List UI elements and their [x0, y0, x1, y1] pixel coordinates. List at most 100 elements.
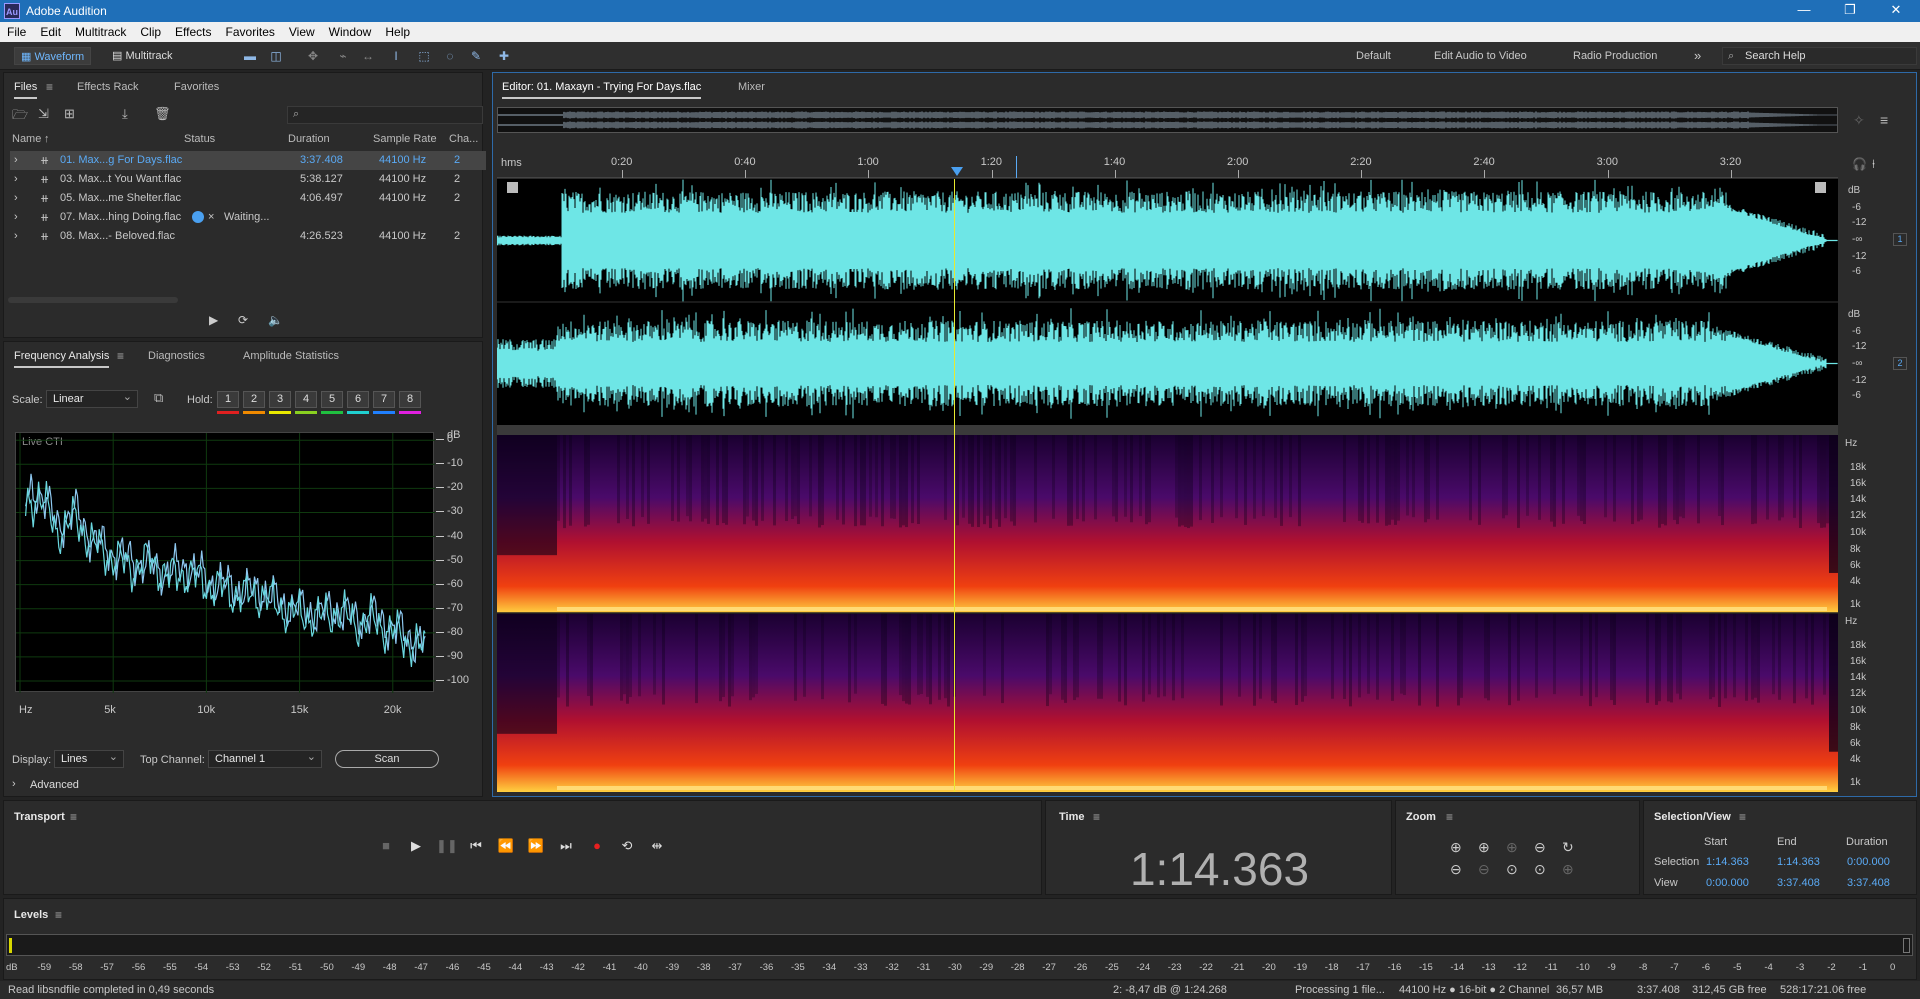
record-icon[interactable]: ● [587, 837, 607, 855]
rewind-icon[interactable]: ⏪ [496, 837, 516, 855]
waveform-view-button[interactable]: ▦ Waveform [14, 47, 92, 65]
new-file-icon[interactable]: ⊞ [64, 106, 75, 122]
menu-help[interactable]: Help [378, 22, 417, 39]
hold-button-2[interactable]: 2 [243, 391, 265, 408]
skip-selection-icon[interactable]: ⇹ [647, 837, 667, 855]
workspace-edit-audio-to-video[interactable]: Edit Audio to Video [1434, 48, 1527, 64]
workspace-radio-production[interactable]: Radio Production [1573, 48, 1657, 64]
scan-button[interactable]: Scan [335, 750, 439, 768]
tab-diagnostics[interactable]: Diagnostics [148, 350, 205, 362]
playhead-marker[interactable] [951, 167, 963, 176]
spectral-display[interactable] [497, 435, 1838, 792]
files-panel-menu-icon[interactable]: ≡ [46, 80, 53, 94]
file-row[interactable]: › ⧺ 03. Max...t You Want.flac 5:38.127 44… [10, 170, 486, 189]
tab-files[interactable]: Files [14, 81, 38, 99]
hold-button-3[interactable]: 3 [269, 391, 291, 408]
advanced-label[interactable]: Advanced [30, 779, 79, 791]
column-sample-rate[interactable]: Sample Rate [373, 133, 437, 145]
menu-effects[interactable]: Effects [168, 22, 218, 39]
tab-frequency-analysis[interactable]: Frequency Analysis [14, 350, 110, 368]
go-to-end-icon[interactable]: ⏭ [556, 837, 576, 855]
expand-advanced-icon[interactable]: › [12, 778, 16, 790]
pin-icon[interactable]: ⍿ [1872, 157, 1875, 172]
play-preview-icon[interactable]: ▶ [209, 313, 218, 327]
tab-favorites[interactable]: Favorites [174, 81, 219, 93]
go-to-start-icon[interactable]: ⏮ [466, 837, 486, 855]
trash-icon[interactable]: 🗑 [154, 106, 171, 122]
zoom-menu-icon[interactable]: ≡ [1446, 810, 1453, 824]
zoom-reset-icon[interactable]: ↻ [1562, 839, 1574, 856]
file-row[interactable]: › ⧺ 05. Max...me Shelter.flac 4:06.497 44… [10, 189, 486, 208]
close-icon[interactable]: ✕ [1876, 2, 1916, 20]
top-channel-dropdown[interactable]: Channel 1 [208, 749, 322, 768]
scale-dropdown[interactable]: Linear [46, 389, 138, 408]
selection-end-field[interactable]: 1:14.363 [1777, 856, 1820, 868]
selection-duration-field[interactable]: 0:00.000 [1847, 856, 1890, 868]
overview-navigator[interactable] [497, 107, 1838, 133]
hold-button-1[interactable]: 1 [217, 391, 239, 408]
menu-edit[interactable]: Edit [33, 22, 68, 39]
zoom-in-amplitude-icon[interactable]: ⊕ [1450, 839, 1462, 856]
expand-icon[interactable]: › [14, 230, 18, 242]
play-icon[interactable]: ▶ [406, 837, 426, 855]
brush-tool-icon[interactable]: ✎ [468, 48, 484, 64]
lasso-tool-icon[interactable]: ◌ [442, 48, 458, 64]
minimize-icon[interactable]: — [1784, 2, 1824, 20]
spectral-display-icon[interactable]: ▬ [242, 48, 258, 64]
tab-mixer[interactable]: Mixer [738, 81, 765, 93]
zoom-out-selection-icon[interactable]: ⊕ [1562, 861, 1574, 878]
spectral-divider[interactable] [497, 425, 1838, 435]
fast-forward-icon[interactable]: ⏩ [526, 837, 546, 855]
time-selection-tool-icon[interactable]: I [388, 48, 404, 64]
menu-view[interactable]: View [282, 22, 322, 39]
waveform-display[interactable] [496, 179, 1838, 425]
spot-healing-tool-icon[interactable]: ✚ [496, 48, 512, 64]
column-duration[interactable]: Duration [288, 133, 330, 145]
maximize-icon[interactable]: ❐ [1830, 2, 1870, 20]
expand-icon[interactable]: › [14, 192, 18, 204]
hold-button-7[interactable]: 7 [373, 391, 395, 408]
file-row[interactable]: › ⧺ 08. Max...- Beloved.flac 4:26.523 441… [10, 227, 486, 246]
loop-playback-icon[interactable]: ⟲ [617, 837, 637, 855]
selection-view-menu-icon[interactable]: ≡ [1739, 810, 1746, 824]
fade-in-handle[interactable] [507, 182, 518, 193]
open-file-icon[interactable]: 🗁 [12, 106, 28, 128]
selection-start-field[interactable]: 1:14.363 [1706, 856, 1749, 868]
hold-button-4[interactable]: 4 [295, 391, 317, 408]
expand-icon[interactable]: › [14, 211, 18, 223]
stop-icon[interactable]: ■ [376, 837, 396, 855]
zoom-to-fit-icon[interactable]: ✧ [1853, 112, 1865, 129]
column-channels[interactable]: Cha... [449, 133, 478, 145]
menu-multitrack[interactable]: Multitrack [68, 22, 133, 39]
hold-button-5[interactable]: 5 [321, 391, 343, 408]
menu-file[interactable]: File [0, 22, 33, 39]
time-menu-icon[interactable]: ≡ [1093, 810, 1100, 824]
tab-effects-rack[interactable]: Effects Rack [77, 81, 139, 93]
menu-window[interactable]: Window [322, 22, 379, 39]
zoom-to-selection-icon[interactable]: ⊙ [1534, 861, 1546, 878]
headphones-icon[interactable]: 🎧 [1852, 157, 1867, 171]
move-tool-icon[interactable]: ✥ [305, 48, 321, 64]
view-duration-field[interactable]: 3:37.408 [1847, 877, 1890, 889]
zoom-out-full-icon[interactable]: ⊖ [1534, 839, 1546, 856]
levels-menu-icon[interactable]: ≡ [55, 908, 62, 922]
zoom-in-time-icon[interactable]: ⊕ [1478, 839, 1490, 856]
file-row[interactable]: › ⧺ 01. Max...g For Days.flac 3:37.408 44… [10, 151, 486, 170]
hold-button-6[interactable]: 6 [347, 391, 369, 408]
display-dropdown[interactable]: Lines [54, 749, 124, 768]
import-file-icon[interactable]: ⇲ [38, 106, 49, 122]
frequency-display-icon[interactable]: ⧉ [154, 390, 163, 406]
slip-tool-icon[interactable]: ↔ [360, 48, 376, 64]
clip-indicator[interactable] [1903, 938, 1910, 953]
auto-play-icon[interactable]: 🔈 [268, 313, 283, 327]
loop-preview-icon[interactable]: ⟳ [238, 313, 248, 327]
menu-favorites[interactable]: Favorites [219, 22, 282, 39]
horizontal-scrollbar[interactable] [8, 297, 178, 303]
view-start-field[interactable]: 0:00.000 [1706, 877, 1749, 889]
transport-menu-icon[interactable]: ≡ [70, 810, 77, 824]
insert-into-multitrack-icon[interactable]: ⤓ [122, 106, 128, 122]
analysis-panel-menu-icon[interactable]: ≡ [117, 349, 124, 363]
zoom-out-amplitude-icon[interactable]: ⊖ [1450, 861, 1462, 878]
files-search-input[interactable]: ⌕ [287, 106, 483, 124]
tab-amplitude-statistics[interactable]: Amplitude Statistics [243, 350, 339, 362]
